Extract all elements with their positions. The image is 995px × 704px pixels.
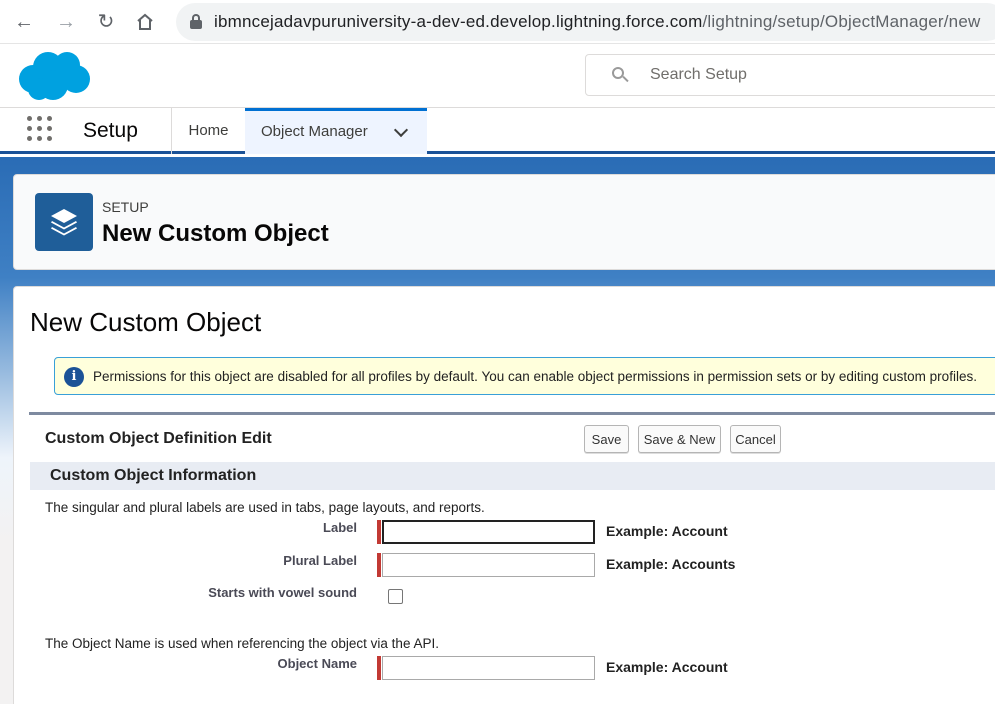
salesforce-cloud-logo[interactable] — [17, 49, 91, 101]
plural-label-input[interactable] — [382, 553, 595, 577]
required-indicator — [377, 520, 381, 544]
context-navigation-bar: Setup Home Object Manager — [0, 108, 995, 154]
home-icon[interactable] — [131, 8, 159, 36]
object-name-input[interactable] — [382, 656, 595, 680]
plural-label-example: Example: Accounts — [606, 556, 736, 572]
setup-page-header: SETUP New Custom Object — [13, 174, 995, 270]
object-name-field-label: Object Name — [277, 656, 357, 671]
search-setup-input[interactable]: Search Setup — [585, 54, 995, 96]
api-help-text: The Object Name is used when referencing… — [45, 636, 439, 651]
tab-home[interactable]: Home — [172, 108, 245, 154]
plural-label-field-label: Plural Label — [283, 553, 357, 568]
block-title: Custom Object Definition Edit — [45, 430, 272, 447]
lock-icon — [190, 14, 202, 29]
address-bar[interactable]: ibmncejadavpuruniversity-a-dev-ed.develo… — [176, 3, 995, 41]
setup-eyebrow: SETUP — [102, 199, 149, 215]
info-message-text: Permissions for this object are disabled… — [93, 369, 977, 384]
app-name: Setup — [83, 119, 138, 142]
vowel-sound-checkbox[interactable] — [388, 589, 403, 604]
cancel-button[interactable]: Cancel — [730, 425, 781, 453]
required-indicator — [377, 656, 381, 680]
tab-object-manager[interactable]: Object Manager — [245, 108, 427, 154]
label-input[interactable] — [382, 520, 595, 544]
section-title: Custom Object Information — [50, 467, 257, 484]
label-example: Example: Account — [606, 523, 728, 539]
block-top-border — [29, 412, 995, 415]
global-header: Search Setup — [0, 44, 995, 108]
url-text: ibmncejadavpuruniversity-a-dev-ed.develo… — [214, 12, 981, 31]
info-message: i Permissions for this object are disabl… — [54, 357, 995, 395]
page-title: New Custom Object — [30, 307, 262, 337]
required-indicator — [377, 553, 381, 577]
forward-arrow-icon[interactable]: → — [52, 8, 80, 36]
labels-help-text: The singular and plural labels are used … — [45, 500, 485, 515]
save-and-new-button[interactable]: Save & New — [638, 425, 721, 453]
save-button[interactable]: Save — [584, 425, 629, 453]
search-placeholder: Search Setup — [650, 66, 747, 83]
chevron-down-icon[interactable] — [393, 122, 409, 138]
back-arrow-icon[interactable]: ← — [10, 8, 38, 36]
layers-icon — [35, 193, 93, 251]
vowel-sound-label: Starts with vowel sound — [208, 585, 357, 600]
search-icon — [612, 67, 629, 83]
main-content: New Custom Object i Permissions for this… — [13, 286, 995, 704]
info-icon: i — [64, 367, 84, 387]
section-header: Custom Object Information — [30, 462, 995, 490]
tab-object-manager-label: Object Manager — [261, 123, 368, 140]
app-launcher-icon[interactable] — [27, 116, 55, 144]
setup-title: New Custom Object — [102, 220, 329, 247]
reload-icon[interactable]: ↻ — [92, 8, 120, 36]
object-name-example: Example: Account — [606, 659, 728, 675]
label-field-label: Label — [323, 520, 357, 535]
browser-toolbar: ← → ↻ ibmncejadavpuruniversity-a-dev-ed.… — [0, 0, 995, 44]
